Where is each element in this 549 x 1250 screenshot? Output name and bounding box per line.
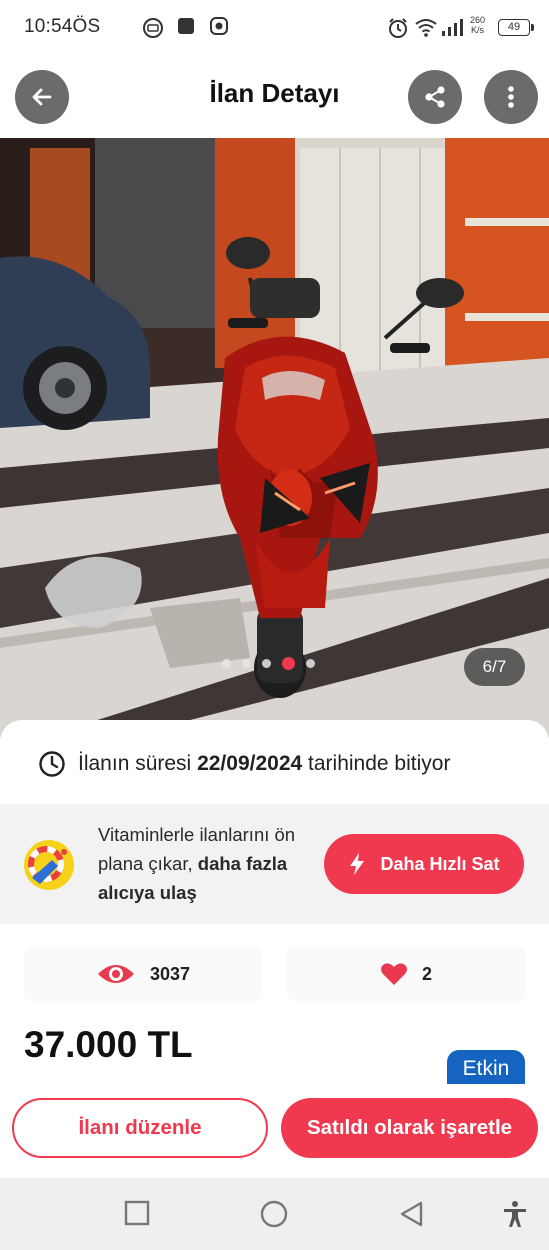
- system-nav-bar: [0, 1178, 549, 1250]
- share-icon: [425, 86, 445, 108]
- home-icon[interactable]: [260, 1200, 288, 1228]
- more-options-button[interactable]: [484, 70, 538, 124]
- square-app-icon: [178, 18, 194, 34]
- price: 37.000 TL: [24, 1024, 193, 1065]
- carousel-dots: [222, 657, 315, 670]
- carousel-dot-active[interactable]: [282, 657, 295, 670]
- edit-listing-button[interactable]: İlanı düzenle: [12, 1098, 268, 1158]
- status-badge: Etkin: [447, 1050, 525, 1088]
- alarm-icon: [389, 18, 407, 38]
- clock-icon: [39, 751, 65, 777]
- vitamin-icon: [24, 840, 74, 890]
- carousel-dot[interactable]: [262, 659, 271, 668]
- gallery-icon: [143, 18, 163, 38]
- mark-sold-button[interactable]: Satıldı olarak işaretle: [281, 1098, 538, 1158]
- expiry-date: 22/09/2024: [197, 752, 303, 775]
- instagram-icon: [210, 17, 228, 35]
- app-header: İlan Detayı: [0, 56, 549, 138]
- favorites-count: 2: [421, 963, 432, 984]
- carousel-dot[interactable]: [306, 659, 315, 668]
- expiry-suffix: tarihinde bitiyor: [308, 752, 451, 775]
- back-nav-icon[interactable]: [398, 1200, 424, 1228]
- expiry-info: İlanın süresi 22/09/2024 tarihinde bitiy…: [38, 750, 450, 778]
- accessibility-icon[interactable]: [502, 1200, 528, 1228]
- signal-icon: [442, 19, 463, 36]
- page-title: İlan Detayı: [209, 78, 340, 108]
- network-speed-unit: K/s: [471, 25, 485, 35]
- expiry-prefix: İlanın süresi: [78, 752, 192, 775]
- carousel-dot[interactable]: [222, 659, 231, 668]
- listing-photo[interactable]: [0, 138, 549, 738]
- battery-icon: 49: [498, 19, 534, 36]
- eye-icon: [97, 965, 134, 983]
- status-bar: 10:54ÖS 260 K/s 49: [0, 0, 549, 56]
- sell-faster-button[interactable]: Daha Hızlı Sat: [324, 834, 524, 894]
- action-bar: İlanı düzenle Satıldı olarak işaretle: [0, 1084, 549, 1178]
- wifi-icon: [415, 19, 437, 37]
- scooter-photo: [0, 138, 549, 738]
- recent-apps-icon[interactable]: [124, 1200, 150, 1226]
- share-button[interactable]: [408, 70, 462, 124]
- network-speed-value: 260: [470, 15, 486, 25]
- heart-icon: [380, 963, 407, 985]
- favorites-stat: 2: [287, 947, 525, 1001]
- lightning-icon: [350, 853, 365, 875]
- views-count: 3037: [149, 963, 191, 984]
- battery-level: 49: [507, 21, 521, 33]
- carousel-dot[interactable]: [242, 659, 251, 668]
- more-vert-icon: [508, 86, 514, 108]
- promo-text: Vitaminlerle ilanlarını ön plana çıkar, …: [98, 820, 330, 907]
- status-time: 10:54ÖS: [24, 16, 101, 37]
- promo-banner: Vitaminlerle ilanlarını ön plana çıkar, …: [0, 804, 549, 924]
- network-speed: 260 K/s: [470, 15, 485, 35]
- sell-faster-label: Daha Hızlı Sat: [380, 853, 500, 874]
- views-stat: 3037: [24, 947, 262, 1001]
- image-counter: 6/7: [464, 648, 525, 686]
